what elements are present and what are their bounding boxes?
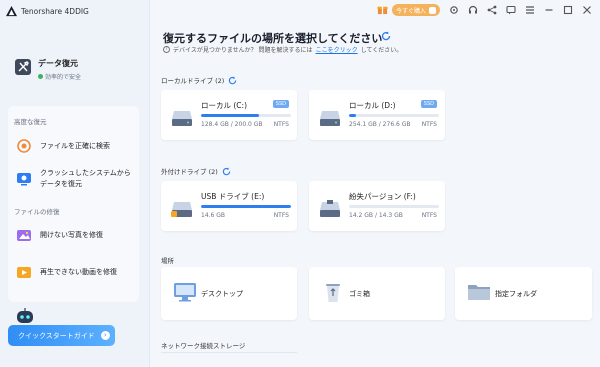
maximize-icon[interactable]: [563, 5, 573, 15]
headset-icon[interactable]: [468, 5, 478, 15]
drive-name: USB ドライブ (E:): [201, 192, 265, 201]
usage-bar: [201, 114, 291, 117]
desktop-icon: [174, 283, 196, 302]
usage-fill: [201, 205, 291, 208]
usb-drive-icon: [320, 200, 340, 217]
settings-icon[interactable]: [449, 5, 459, 15]
sidebar-item-label: 開けない写真を修復: [40, 230, 103, 239]
sidebar-item-precise-search[interactable]: ファイルを正確に検索: [16, 138, 132, 154]
network-storage-label: ネットワーク接続ストレージ: [161, 342, 246, 350]
help-text: デバイスが見つかりませんか？ 問題を解決するには: [173, 47, 313, 54]
title-bar-controls: 今すぐ購入: [391, 3, 592, 17]
quick-start-guide-button[interactable]: クイックスタートガイド ›: [8, 325, 115, 346]
brand: Tenorshare 4DDIG: [6, 4, 89, 18]
feedback-icon[interactable]: [506, 5, 516, 15]
location-name: 指定フォルダ: [495, 290, 537, 298]
sidebar: Tenorshare 4DDIG データ復元 効率的で安全 高度な復元 ファイル…: [0, 0, 150, 367]
sidebar-item-video-repair[interactable]: 再生できない動画を修復: [16, 264, 132, 280]
help-link[interactable]: ここをクリック: [316, 45, 358, 54]
drive-size: 254.1 GB / 276.6 GB: [349, 121, 411, 128]
recycle-bin-icon: [326, 284, 340, 302]
sidebar-item-label: 再生できない動画を修復: [40, 267, 117, 276]
external-drives-label: 外付けドライブ (2): [161, 166, 231, 176]
location-name: デスクトップ: [201, 290, 243, 298]
drive-filesystem: NTFS: [273, 212, 289, 219]
gift-icon[interactable]: [377, 4, 388, 15]
close-icon[interactable]: [582, 5, 592, 15]
drive-filesystem: NTFS: [421, 121, 437, 128]
section-advanced-label: 高度な復元: [14, 118, 47, 126]
status-dot-icon: [38, 74, 43, 79]
data-recovery-nav[interactable]: データ復元 効率的で安全: [14, 58, 81, 81]
hard-drive-icon: [320, 111, 340, 126]
question-icon: ?: [163, 46, 170, 53]
diamond-icon: [429, 6, 436, 14]
location-card-folder[interactable]: 指定フォルダ: [455, 267, 592, 320]
section-repair-label: ファイルの修復: [14, 208, 60, 216]
minimize-icon[interactable]: [544, 5, 554, 15]
sidebar-item-photo-repair[interactable]: 開けない写真を修復: [16, 227, 132, 243]
drive-filesystem: NTFS: [273, 121, 289, 128]
drive-card-c[interactable]: ローカル (C:) SSD 128.4 GB / 200.0 GB NTFS: [161, 90, 297, 140]
refresh-local-icon[interactable]: [228, 75, 237, 85]
app-name: Tenorshare 4DDIG: [21, 6, 89, 16]
divider: [161, 352, 297, 353]
ssd-badge: SSD: [272, 100, 289, 108]
drive-name: 紛失パージョン (F:): [349, 192, 416, 201]
target-icon: [17, 139, 31, 153]
folder-icon: [468, 285, 490, 300]
main-content: 今すぐ購入 復元するファイルの場所を選択してください ? デバイスが見つかりませ…: [151, 0, 600, 367]
sidebar-item-crash-recovery[interactable]: クラッシュしたシステムからデータを復元: [16, 168, 132, 190]
buy-now-label: 今すぐ購入: [395, 7, 426, 15]
usage-fill: [201, 114, 259, 117]
drive-size: 128.4 GB / 200.0 GB: [201, 121, 263, 128]
recovery-subtitle: 効率的で安全: [38, 72, 81, 81]
usage-fill: [349, 114, 357, 117]
page-title: 復元するファイルの場所を選択してください: [163, 32, 383, 45]
photo-icon: [17, 230, 31, 241]
local-drives-label: ローカルドライブ (2): [161, 75, 237, 85]
location-name: ゴミ箱: [349, 290, 370, 298]
tools-icon: [15, 59, 31, 75]
usage-bar: [349, 114, 439, 117]
drive-name: ローカル (D:): [349, 101, 396, 110]
usage-bar: [201, 205, 291, 208]
app-logo-icon: [6, 5, 17, 16]
menu-icon[interactable]: [525, 5, 535, 15]
location-card-desktop[interactable]: デスクトップ: [161, 267, 297, 320]
usage-bar: [349, 205, 439, 208]
computer-recovery-icon: [17, 173, 31, 186]
drive-card-d[interactable]: ローカル (D:) SSD 254.1 GB / 276.6 GB NTFS: [309, 90, 445, 140]
drive-size: 14.6 GB: [201, 212, 226, 219]
drive-filesystem: NTFS: [421, 212, 437, 219]
video-icon: [17, 267, 31, 278]
share-icon[interactable]: [487, 5, 497, 15]
advanced-panel: 高度な復元 ファイルを正確に検索 クラッシュしたシステムからデータを復元 ファイ…: [8, 106, 139, 302]
help-suffix: してください。: [360, 47, 403, 54]
recovery-title: データ復元: [38, 59, 78, 68]
drive-size: 14.2 GB / 14.3 GB: [349, 212, 403, 219]
quick-start-label: クイックスタートガイド: [18, 331, 95, 340]
ssd-badge: SSD: [420, 100, 437, 108]
sidebar-item-label: クラッシュしたシステムからデータを復元: [40, 169, 131, 188]
drive-card-e[interactable]: USB ドライブ (E:) 14.6 GB NTFS: [161, 181, 297, 231]
usb-drive-icon: [171, 202, 192, 217]
sidebar-item-label: ファイルを正確に検索: [40, 141, 110, 150]
refresh-icon[interactable]: [381, 31, 391, 41]
buy-now-button[interactable]: 今すぐ購入: [391, 4, 440, 16]
help-line: ? デバイスが見つかりませんか？ 問題を解決するには ここをクリック してくださ…: [163, 45, 402, 54]
drive-name: ローカル (C:): [201, 101, 247, 110]
drive-card-f[interactable]: 紛失パージョン (F:) 14.2 GB / 14.3 GB NTFS: [309, 181, 445, 231]
location-label: 場所: [161, 257, 174, 265]
hard-drive-icon: [172, 111, 192, 126]
chevron-right-icon: ›: [100, 331, 110, 340]
location-card-recycle-bin[interactable]: ゴミ箱: [309, 267, 445, 320]
refresh-external-icon[interactable]: [222, 166, 231, 176]
